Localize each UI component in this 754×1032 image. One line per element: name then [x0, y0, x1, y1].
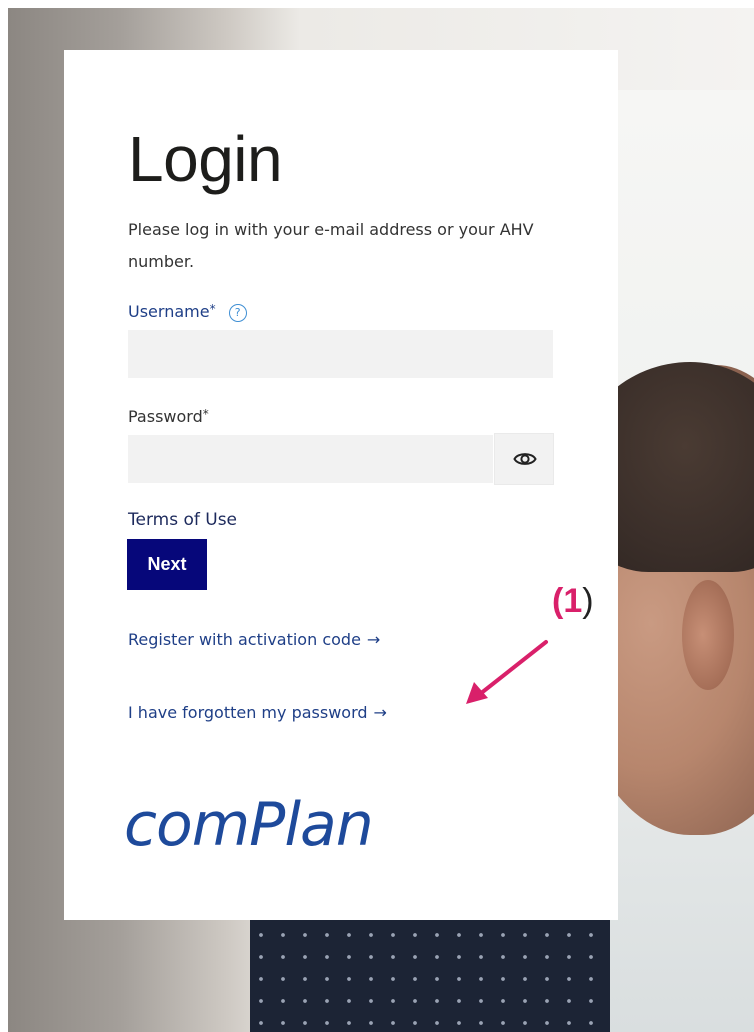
register-activation-link[interactable]: Register with activation code →	[128, 630, 380, 649]
eye-icon	[513, 453, 537, 465]
username-input[interactable]	[128, 330, 553, 378]
annotation-arrow-icon	[466, 640, 548, 704]
annotation-open-paren: (	[552, 582, 564, 620]
username-label: Username* ?	[128, 302, 247, 322]
arrow-right-icon: →	[373, 703, 387, 722]
background-person-ear	[682, 580, 734, 690]
login-instructions: Please log in with your e-mail address o…	[128, 220, 534, 271]
annotation-marker: (1)	[552, 582, 594, 621]
forgot-link-text: I have forgotten my password	[128, 703, 368, 722]
arrow-right-icon: →	[366, 630, 381, 649]
password-label-text: Password	[128, 407, 203, 426]
register-link-text: Register with activation code	[128, 630, 361, 649]
question-circle-icon[interactable]: ?	[228, 303, 247, 322]
left-border	[0, 0, 8, 1032]
required-marker: *	[209, 302, 216, 316]
required-marker: *	[202, 407, 209, 421]
password-input[interactable]	[128, 435, 493, 483]
annotation-close-paren: )	[582, 582, 594, 620]
top-border	[0, 0, 754, 8]
terms-of-use-link[interactable]: Terms of Use	[128, 510, 237, 530]
complan-logo: comPlan	[124, 790, 374, 860]
page-title: Login	[128, 123, 283, 195]
next-button[interactable]: Next	[127, 539, 207, 590]
username-label-text: Username	[128, 302, 210, 321]
forgot-password-link[interactable]: I have forgotten my password →	[128, 703, 387, 722]
password-label: Password*	[128, 407, 209, 426]
annotation-number: 1	[563, 582, 583, 620]
show-password-button[interactable]	[494, 433, 554, 485]
login-card: Login Please log in with your e-mail add…	[64, 50, 618, 920]
